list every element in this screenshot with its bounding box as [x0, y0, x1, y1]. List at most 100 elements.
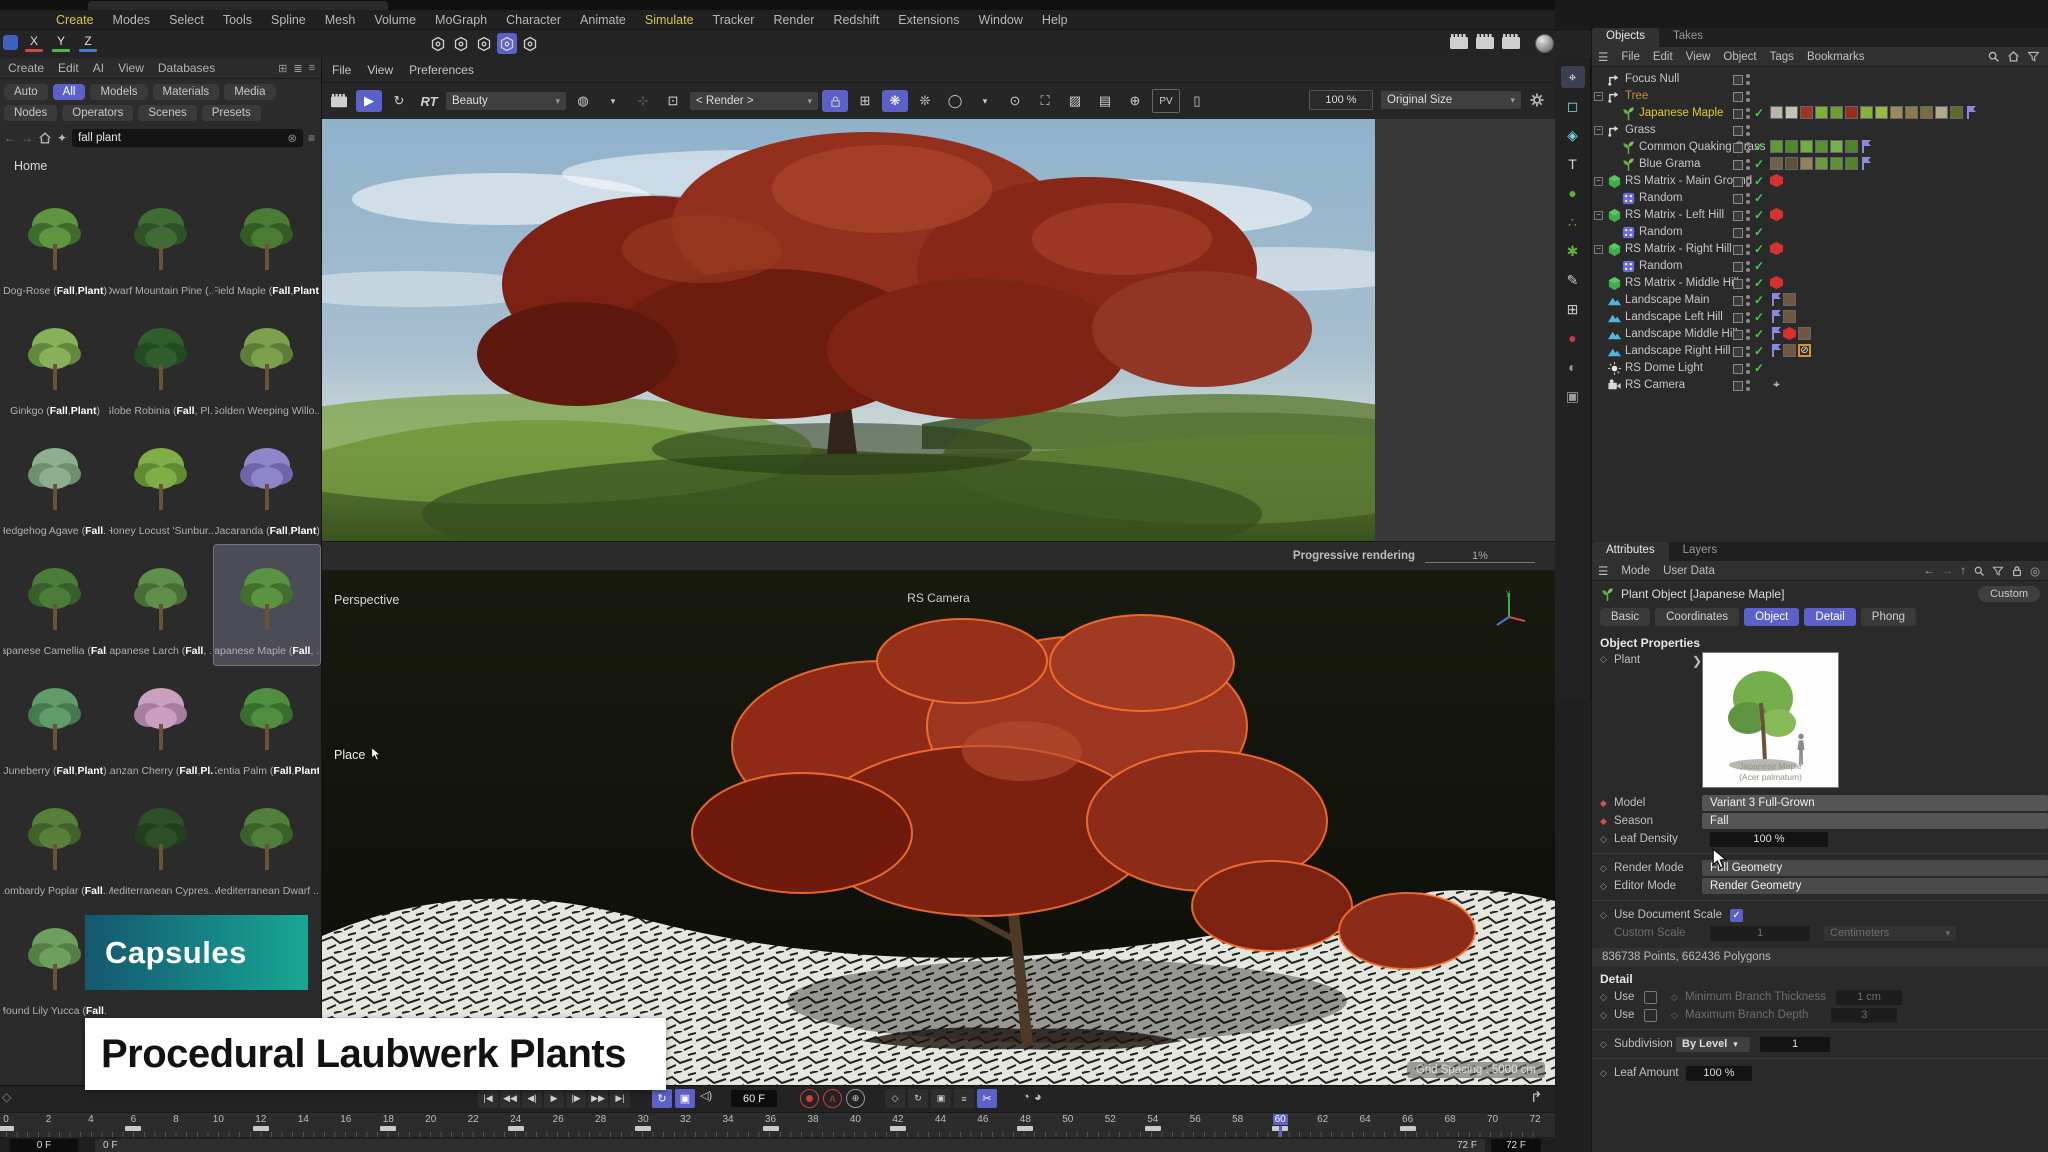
- rt-toggle[interactable]: RT: [416, 90, 442, 112]
- object-row[interactable]: − RS Camera ✓ ⌖: [1592, 377, 2048, 394]
- object-tag[interactable]: [1770, 276, 1783, 289]
- transport-button[interactable]: ▶|: [610, 1089, 630, 1108]
- render-slot-dropdown[interactable]: < Render >▾: [690, 92, 818, 110]
- snapshot-icon[interactable]: [326, 90, 352, 112]
- asset-menu-item[interactable]: View: [118, 61, 144, 75]
- object-name[interactable]: Landscape Right Hill: [1625, 343, 1765, 360]
- object-name[interactable]: RS Matrix - Right Hill: [1625, 241, 1765, 258]
- keyframe-settings-button[interactable]: ⊕: [846, 1089, 865, 1108]
- region-crop-icon[interactable]: ⊡: [660, 90, 686, 112]
- om-menu-item[interactable]: Edit: [1653, 51, 1673, 63]
- use-max-branch-checkbox[interactable]: [1644, 1009, 1657, 1022]
- object-tag[interactable]: [1770, 140, 1783, 153]
- back-icon[interactable]: ←: [4, 131, 16, 145]
- om-menu-item[interactable]: Object: [1723, 51, 1756, 63]
- pv-icon[interactable]: PV: [1152, 89, 1180, 113]
- object-row[interactable]: − RS Matrix - Main Ground ✓: [1592, 173, 2048, 190]
- visibility-dots[interactable]: [1746, 295, 1750, 306]
- object-tag[interactable]: [1965, 106, 1976, 119]
- attribute-tab-chip[interactable]: Coordinates: [1655, 608, 1739, 626]
- menu-item[interactable]: Mesh: [325, 13, 356, 27]
- object-tag[interactable]: [1860, 157, 1871, 170]
- attribute-tab-chip[interactable]: Detail: [1804, 608, 1855, 626]
- attr-menu-item[interactable]: Mode: [1621, 565, 1650, 577]
- checker-background-icon[interactable]: ⊹: [630, 90, 656, 112]
- object-tag[interactable]: [1830, 157, 1843, 170]
- object-tag[interactable]: [1860, 140, 1871, 153]
- object-row[interactable]: − Random ✓: [1592, 258, 2048, 275]
- object-row[interactable]: − Grass ✓: [1592, 122, 2048, 139]
- capsule-button[interactable]: [520, 33, 540, 54]
- transport-button[interactable]: |▶: [566, 1089, 586, 1108]
- keyframe-marker[interactable]: [380, 1126, 396, 1131]
- autokey-button[interactable]: A: [823, 1089, 842, 1108]
- side-tool-icon[interactable]: ∴: [1561, 211, 1585, 233]
- capsule-button[interactable]: [451, 33, 471, 54]
- enabled-check[interactable]: ✓: [1754, 139, 1764, 156]
- keyframe-marker[interactable]: [253, 1126, 269, 1131]
- om-menu-item[interactable]: Bookmarks: [1807, 51, 1865, 63]
- enabled-check[interactable]: ✓: [1754, 275, 1764, 292]
- visibility-dots[interactable]: [1746, 312, 1750, 323]
- object-tag[interactable]: [1770, 242, 1783, 255]
- key-type-button[interactable]: ✂: [977, 1089, 997, 1108]
- filter-chip[interactable]: Presets: [202, 105, 261, 121]
- menu-item[interactable]: Redshift: [833, 13, 879, 27]
- side-tool-icon[interactable]: ⊞: [1561, 298, 1585, 320]
- asset-item[interactable]: Japanese Camellia (Fal...: [2, 545, 108, 665]
- visibility-dots[interactable]: [1746, 244, 1750, 255]
- keyframe-marker[interactable]: [1017, 1126, 1033, 1131]
- filter-chip[interactable]: Models: [90, 84, 147, 100]
- object-tag[interactable]: [1770, 327, 1781, 340]
- filter-chip[interactable]: Nodes: [4, 105, 57, 121]
- keyframe-marker[interactable]: [1272, 1126, 1288, 1131]
- object-tag[interactable]: [1920, 106, 1933, 119]
- layer-chip[interactable]: [1733, 160, 1743, 170]
- visibility-dots[interactable]: [1746, 210, 1750, 221]
- filter-icon[interactable]: [2027, 50, 2040, 63]
- visibility-dots[interactable]: [1746, 91, 1750, 102]
- object-name[interactable]: RS Matrix - Middle Hill: [1625, 275, 1765, 292]
- track-icon[interactable]: ◎: [2030, 564, 2040, 578]
- enabled-check[interactable]: ✓: [1754, 173, 1764, 190]
- object-tag[interactable]: [1935, 106, 1948, 119]
- render-view-button[interactable]: [1449, 33, 1469, 54]
- object-tag[interactable]: ⌖: [1770, 378, 1783, 391]
- om-menu-item[interactable]: View: [1686, 51, 1711, 63]
- star-icon[interactable]: ✦: [57, 131, 67, 145]
- pass-dropdown[interactable]: Beauty▾: [446, 92, 566, 110]
- object-tag[interactable]: [1815, 106, 1828, 119]
- side-tool-icon[interactable]: ◻: [1561, 95, 1585, 117]
- sound-toggle[interactable]: ◁): [700, 1089, 712, 1102]
- object-tag[interactable]: [1875, 106, 1888, 119]
- rgb-channel-icon[interactable]: ◍: [570, 90, 596, 112]
- keyframe-marker[interactable]: [508, 1126, 524, 1131]
- object-row[interactable]: − Japanese Maple ✓: [1592, 105, 2048, 122]
- add-image-icon[interactable]: ⊕: [1122, 90, 1148, 112]
- enabled-check[interactable]: ✓: [1754, 241, 1764, 258]
- object-tag[interactable]: [1770, 157, 1783, 170]
- object-tag[interactable]: [1950, 106, 1963, 119]
- expand-toggle[interactable]: −: [1594, 177, 1603, 186]
- object-name[interactable]: Focus Null: [1625, 71, 1765, 88]
- expand-arrow[interactable]: ❯: [1692, 654, 1702, 668]
- param-bullet[interactable]: ◇: [1600, 910, 1614, 921]
- object-tag[interactable]: [1770, 208, 1783, 221]
- om-menu-item[interactable]: File: [1621, 51, 1640, 63]
- object-tag[interactable]: [1905, 106, 1918, 119]
- keyframe-marker[interactable]: [890, 1126, 906, 1131]
- copy-icon[interactable]: ▯: [1184, 90, 1210, 112]
- subdivision-mode-dropdown[interactable]: By Level▾: [1676, 1037, 1750, 1052]
- layer-chip[interactable]: [1733, 279, 1743, 289]
- layer-chip[interactable]: [1733, 109, 1743, 119]
- enabled-check[interactable]: ✓: [1754, 190, 1764, 207]
- object-name[interactable]: Tree: [1625, 88, 1765, 105]
- object-row[interactable]: − RS Dome Light ✓: [1592, 360, 2048, 377]
- asset-item[interactable]: Japanese Maple (Fall, ...: [214, 545, 320, 665]
- object-tag[interactable]: [1770, 344, 1781, 357]
- asset-item[interactable]: Mediterranean Dwarf ...: [214, 785, 320, 905]
- visibility-dots[interactable]: [1746, 108, 1750, 119]
- editor-mode-dropdown[interactable]: Render Geometry: [1702, 878, 2048, 894]
- filter-chip[interactable]: Operators: [62, 105, 133, 121]
- image-icon[interactable]: ▤: [1092, 90, 1118, 112]
